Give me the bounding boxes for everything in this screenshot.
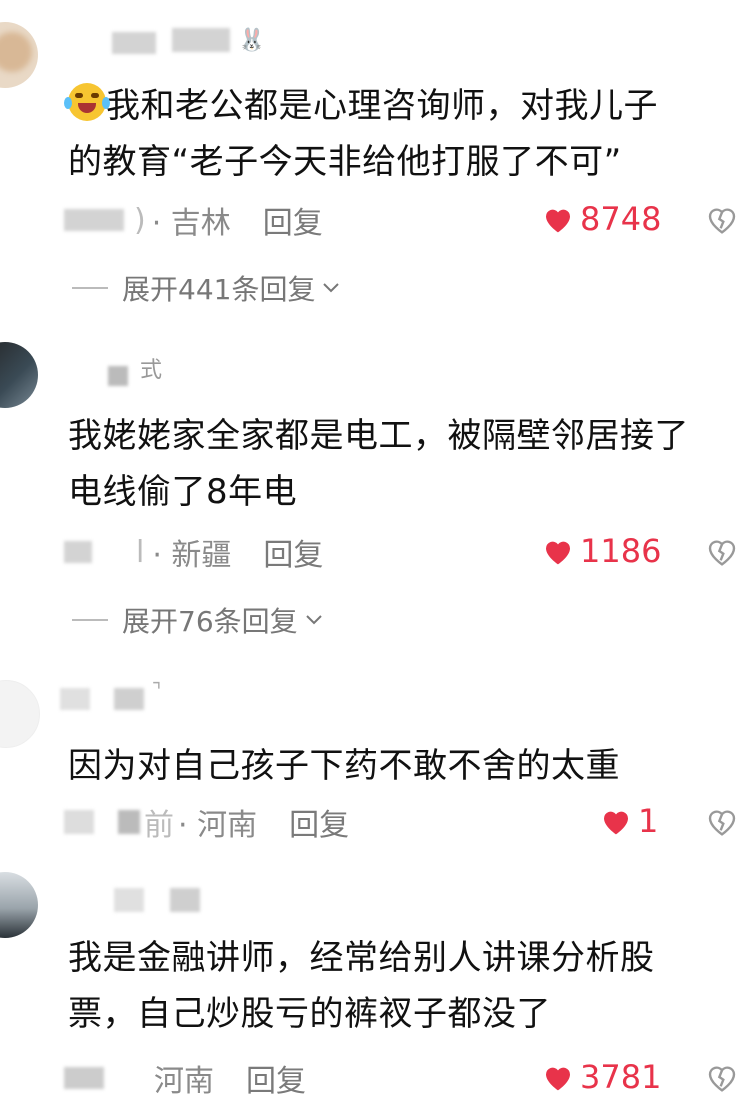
heart-icon [604, 811, 628, 835]
avatar[interactable] [0, 342, 38, 408]
location-label: · 吉林 [151, 206, 231, 241]
like-count: 3781 [580, 1058, 662, 1096]
reply-button[interactable]: 回复 [289, 800, 349, 844]
comment-text: 我姥姥家全家都是电工，被隔壁邻居接了 电线偷了8年电 [68, 408, 740, 520]
username-redacted [118, 810, 140, 834]
comment-meta: l · 新疆 回复 [64, 530, 323, 574]
broken-heart-icon[interactable] [706, 203, 738, 235]
username-redacted [64, 541, 92, 563]
comment-text: 因为对自己孩子下药不敢不舍的太重 [68, 738, 740, 794]
broken-heart-icon[interactable] [706, 1061, 738, 1093]
avatar[interactable] [0, 680, 40, 748]
username-tail: 前 [144, 808, 174, 843]
username-redacted [64, 209, 124, 231]
expand-replies[interactable]: 展开441条回复 [72, 268, 341, 308]
avatar[interactable] [0, 872, 38, 938]
reply-button[interactable]: 回复 [263, 530, 323, 574]
like-button[interactable]: 1186 [542, 532, 661, 570]
comment-meta: 河南 回复 [64, 1056, 306, 1100]
reply-button[interactable]: 回复 [246, 1056, 306, 1100]
comment-item: ⌝ 因为对自己孩子下药不敢不舍的太重 前 · 河南 回复 1 [0, 660, 752, 860]
username-redacted [64, 1067, 104, 1089]
heart-icon [546, 541, 570, 565]
broken-heart-icon[interactable] [706, 805, 738, 837]
username-tail: ) [134, 202, 146, 238]
reply-button[interactable]: 回复 [263, 198, 323, 242]
chevron-down-icon [323, 283, 340, 293]
like-button[interactable]: 3781 [542, 1058, 661, 1096]
comment-text-line: 电线偷了8年电 [68, 472, 298, 512]
username-redacted[interactable] [60, 688, 90, 710]
expand-replies[interactable]: 展开76条回复 [72, 600, 324, 640]
username-tail: ⌝ [152, 678, 162, 702]
avatar[interactable] [0, 22, 38, 88]
like-count: 8748 [580, 200, 662, 238]
comment-meta: ) · 吉林 回复 [64, 198, 323, 242]
comment-text: 我是金融讲师，经常给别人讲课分析股 票，自己炒股亏的裤衩子都没了 [68, 930, 740, 1042]
username-redacted[interactable] [112, 32, 156, 54]
crying-laughing-emoji [64, 83, 110, 121]
heart-icon [546, 209, 570, 233]
username-tail: 式 [140, 358, 163, 383]
comment-text-line: 票，自己炒股亏的裤衩子都没了 [68, 994, 551, 1034]
expand-replies-label: 展开76条回复 [122, 605, 298, 638]
divider [72, 287, 108, 289]
divider [72, 619, 108, 621]
chevron-down-icon [305, 615, 322, 625]
location-label: · 河南 [178, 808, 258, 843]
comment-meta: 前 · 河南 回复 [64, 800, 349, 844]
comment-item: 我是金融讲师，经常给别人讲课分析股 票，自己炒股亏的裤衩子都没了 河南 回复 3… [0, 860, 752, 1099]
comment-text: 我和老公都是心理咨询师，对我儿子 的教育“老子今天非给他打服了不可” [64, 78, 740, 190]
like-count: 1 [638, 802, 659, 840]
username-redacted[interactable] [114, 888, 144, 912]
username-redacted[interactable] [172, 28, 230, 52]
heart-icon [546, 1067, 570, 1091]
comment-text-line: 我是金融讲师，经常给别人讲课分析股 [68, 938, 655, 978]
comment-item: 🐰 我和老公都是心理咨询师，对我儿子 的教育“老子今天非给他打服了不可” ) ·… [0, 0, 752, 320]
username-redacted[interactable] [108, 366, 128, 386]
username-tail: l [136, 534, 145, 570]
rabbit-emoji: 🐰 [238, 28, 266, 53]
comment-text-line: 的教育“老子今天非给他打服了不可” [68, 142, 622, 182]
comment-text-line: 我和老公都是心理咨询师，对我儿子 [106, 86, 658, 126]
expand-replies-label: 展开441条回复 [122, 273, 316, 306]
comment-item: 式 我姥姥家全家都是电工，被隔壁邻居接了 电线偷了8年电 l · 新疆 回复 1… [0, 320, 752, 660]
location-label: 河南 [154, 1064, 214, 1099]
location-label: · 新疆 [152, 538, 232, 573]
broken-heart-icon[interactable] [706, 535, 738, 567]
like-count: 1186 [580, 532, 662, 570]
username-redacted [64, 810, 94, 834]
comment-text-line: 因为对自己孩子下药不敢不舍的太重 [68, 746, 620, 786]
username-redacted[interactable] [170, 888, 200, 912]
username-redacted[interactable] [114, 688, 144, 710]
comment-text-line: 我姥姥家全家都是电工，被隔壁邻居接了 [68, 416, 689, 456]
like-button[interactable]: 8748 [542, 200, 661, 238]
like-button[interactable]: 1 [600, 802, 658, 840]
